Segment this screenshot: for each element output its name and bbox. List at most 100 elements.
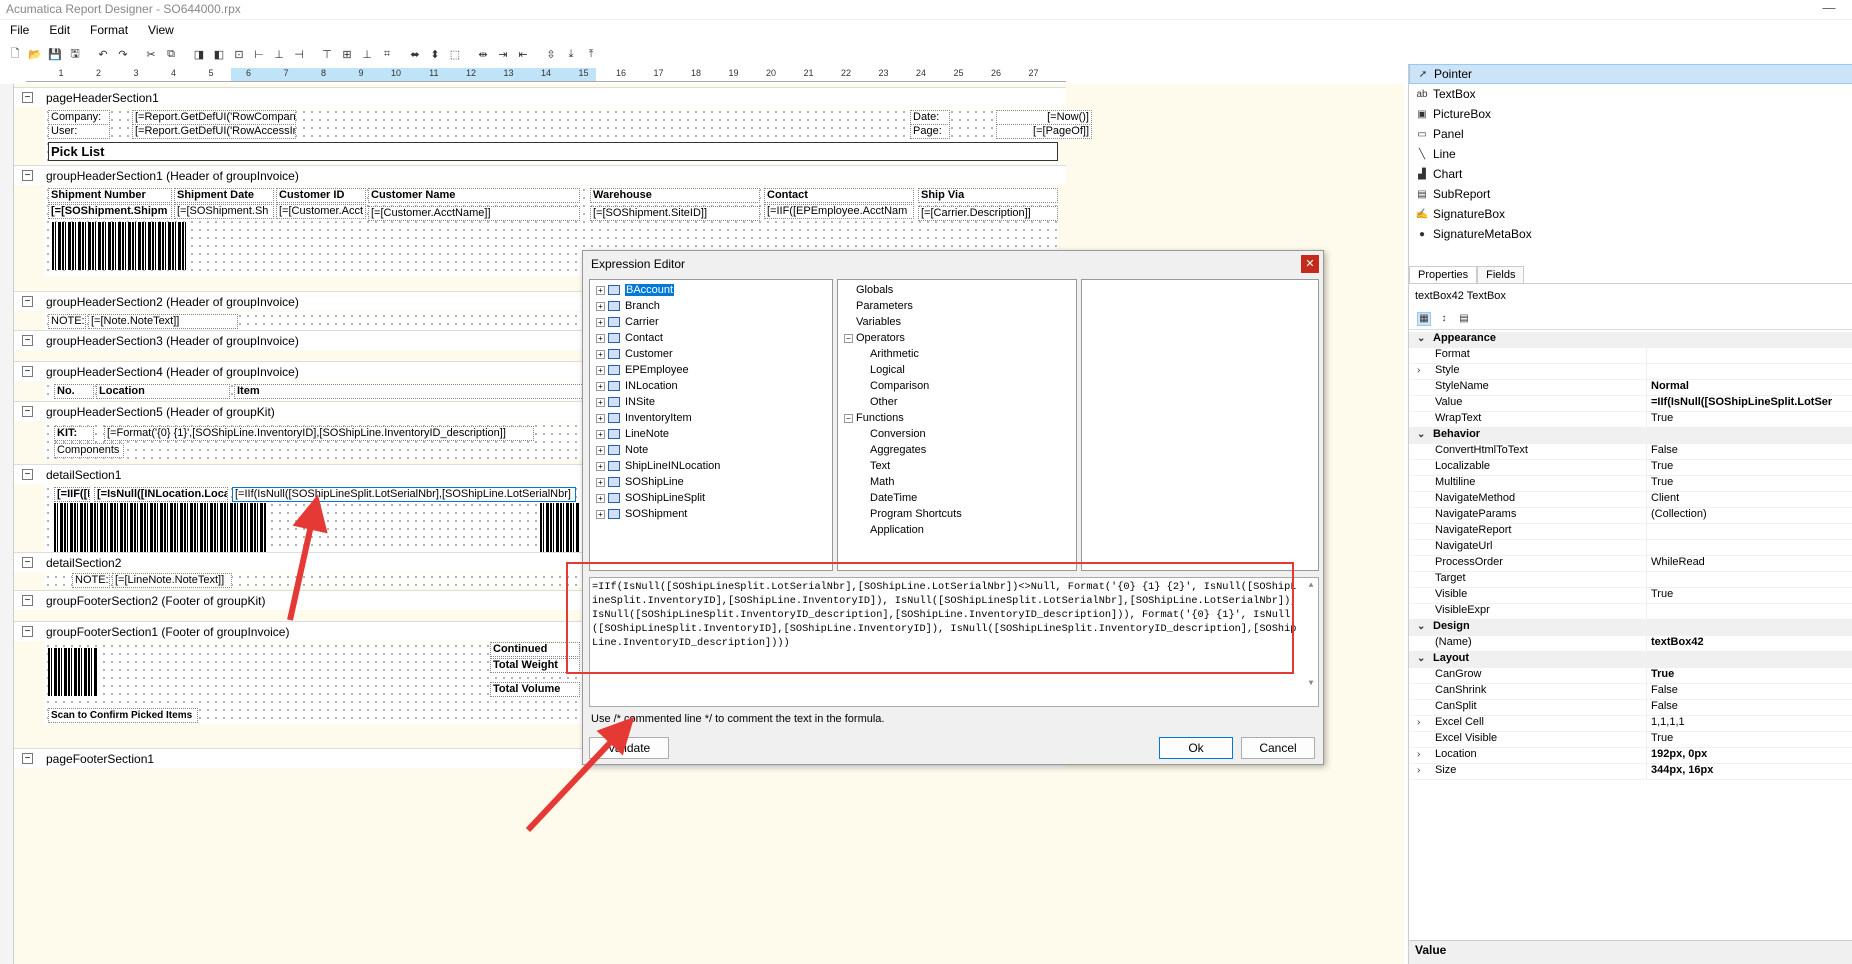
collapse-icon[interactable]: − [22, 170, 33, 181]
tree-node[interactable]: Variables [844, 314, 1070, 330]
value-shipment-date[interactable]: [=[SOShipment.Sh [174, 204, 274, 219]
expand-icon[interactable]: + [596, 397, 605, 407]
property-row[interactable]: StyleName Normal [1409, 380, 1852, 396]
tree-node[interactable]: Application [844, 522, 1070, 538]
table-name[interactable]: LineNote [625, 428, 669, 440]
property-row[interactable]: VisibleExpr [1409, 604, 1852, 620]
collapse-chevron-icon[interactable]: ⌄ [1417, 653, 1425, 664]
table-node[interactable]: + LineNote [596, 426, 826, 442]
align-top-icon[interactable]: ⊤ [318, 45, 336, 63]
property-value[interactable] [1647, 604, 1852, 619]
table-name[interactable]: EPEmployee [625, 364, 689, 376]
vspace-equal-icon[interactable]: ⇳ [542, 45, 560, 63]
property-value[interactable]: Normal [1647, 380, 1852, 395]
note-value[interactable]: [=[Note.NoteText]] [88, 314, 238, 329]
property-pages-icon[interactable]: ▤ [1457, 312, 1471, 326]
table-node[interactable]: + SOShipment [596, 506, 826, 522]
table-node[interactable]: + InventoryItem [596, 410, 826, 426]
header-ship-via[interactable]: Ship Via [918, 188, 1058, 203]
property-value[interactable]: True [1647, 588, 1852, 603]
tree-node[interactable]: Comparison [844, 378, 1070, 394]
menu-view[interactable]: View [138, 20, 184, 40]
tree-node[interactable]: Other [844, 394, 1070, 410]
value-customer-name[interactable]: [=[Customer.AcctName]] [368, 206, 580, 221]
property-row[interactable]: CanSplit False [1409, 700, 1852, 716]
detail-location[interactable]: [=IsNull([INLocation.Locati [94, 487, 228, 502]
value-shipment-number[interactable]: [=[SOShipment.Shipm [48, 204, 172, 219]
header-customer-name[interactable]: Customer Name [368, 188, 580, 203]
same-width-icon[interactable]: ⬌ [406, 45, 424, 63]
expand-icon[interactable]: + [596, 445, 605, 455]
table-node[interactable]: + SOShipLineSplit [596, 490, 826, 506]
components-label[interactable]: Components [54, 443, 124, 458]
collapse-chevron-icon[interactable]: ⌄ [1417, 621, 1425, 632]
toolbox-item-signaturebox[interactable]: ✍ SignatureBox [1409, 204, 1852, 224]
collapse-icon[interactable]: − [22, 469, 33, 480]
table-name[interactable]: ShipLineINLocation [625, 460, 720, 472]
property-row[interactable]: CanShrink False [1409, 684, 1852, 700]
footer-barcode[interactable] [48, 648, 98, 696]
collapse-icon[interactable]: − [22, 406, 33, 417]
menu-edit[interactable]: Edit [39, 20, 80, 40]
header-location[interactable]: Location [96, 384, 230, 399]
tree-node[interactable]: Globals [844, 282, 1070, 298]
table-name[interactable]: INLocation [625, 380, 678, 392]
hspace-inc-icon[interactable]: ⇥ [494, 45, 512, 63]
company-value[interactable]: [=Report.GetDefUI('RowCompan [132, 110, 296, 125]
items-list[interactable] [1081, 279, 1319, 571]
expand-icon[interactable]: + [596, 477, 605, 487]
expand-chevron-icon[interactable]: › [1417, 717, 1420, 728]
tree-node-label[interactable]: Variables [856, 316, 901, 328]
property-value[interactable] [1647, 364, 1852, 379]
tree-node-label[interactable]: Program Shortcuts [870, 508, 962, 520]
expand-chevron-icon[interactable]: › [1417, 365, 1420, 376]
expand-icon[interactable]: + [596, 317, 605, 327]
detail-item-textbox42[interactable]: [=IIf(IsNull([SOShipLineSplit.LotSerialN… [232, 487, 576, 502]
collapse-icon[interactable]: − [22, 626, 33, 637]
header-customer-id[interactable]: Customer ID [276, 188, 366, 203]
property-value[interactable]: False [1647, 684, 1852, 699]
table-name[interactable]: SOShipLineSplit [625, 492, 705, 504]
continued-label[interactable]: Continued [490, 642, 580, 657]
expand-icon[interactable]: + [596, 509, 605, 519]
undo-icon[interactable]: ↶ [94, 45, 112, 63]
property-row[interactable]: NavigateParams (Collection) [1409, 508, 1852, 524]
collapse-icon[interactable]: − [844, 413, 853, 423]
expand-chevron-icon[interactable]: › [1417, 749, 1420, 760]
property-row[interactable]: WrapText True [1409, 412, 1852, 428]
cut-icon[interactable]: ✂ [142, 45, 160, 63]
collapse-icon[interactable]: − [22, 335, 33, 346]
table-node[interactable]: + Customer [596, 346, 826, 362]
tab-properties[interactable]: Properties [1409, 266, 1478, 283]
table-node[interactable]: + ShipLineINLocation [596, 458, 826, 474]
scrollbar[interactable]: ▲ ▼ [1305, 579, 1317, 705]
tree-node-label[interactable]: Arithmetic [870, 348, 919, 360]
same-size-icon[interactable]: ⬚ [446, 45, 464, 63]
expand-icon[interactable]: + [596, 349, 605, 359]
vspace-inc-icon[interactable]: ⤓ [562, 45, 580, 63]
selected-object[interactable]: textBox42 TextBox [1415, 290, 1506, 302]
property-row[interactable]: › Location 192px, 0px [1409, 748, 1852, 764]
collapse-chevron-icon[interactable]: ⌄ [1417, 429, 1425, 440]
property-row[interactable]: Visible True [1409, 588, 1852, 604]
header-warehouse[interactable]: Warehouse [590, 188, 760, 203]
property-row[interactable]: Multiline True [1409, 476, 1852, 492]
table-name[interactable]: Branch [625, 300, 660, 312]
property-row[interactable]: ProcessOrder WhileRead [1409, 556, 1852, 572]
property-row[interactable]: Excel Visible True [1409, 732, 1852, 748]
toolbox-item-picturebox[interactable]: ▣ PictureBox [1409, 104, 1852, 124]
line-note-value[interactable]: [=[LineNote.NoteText]] [112, 573, 232, 588]
property-value[interactable] [1647, 348, 1852, 363]
align-bottom-icon[interactable]: ⊥ [358, 45, 376, 63]
menu-file[interactable]: File [0, 20, 39, 40]
expression-text[interactable]: =IIf(IsNull([SOShipLineSplit.LotSerialNb… [592, 581, 1296, 649]
expand-icon[interactable]: + [596, 429, 605, 439]
align-left-icon[interactable]: ⊢ [250, 45, 268, 63]
property-category[interactable]: ⌄ Design [1409, 620, 1852, 636]
property-value[interactable] [1647, 572, 1852, 587]
expand-icon[interactable]: + [596, 493, 605, 503]
property-value[interactable]: Client [1647, 492, 1852, 507]
expand-icon[interactable]: + [596, 381, 605, 391]
table-node[interactable]: + Branch [596, 298, 826, 314]
toolbox-item-subreport[interactable]: ▤ SubReport [1409, 184, 1852, 204]
